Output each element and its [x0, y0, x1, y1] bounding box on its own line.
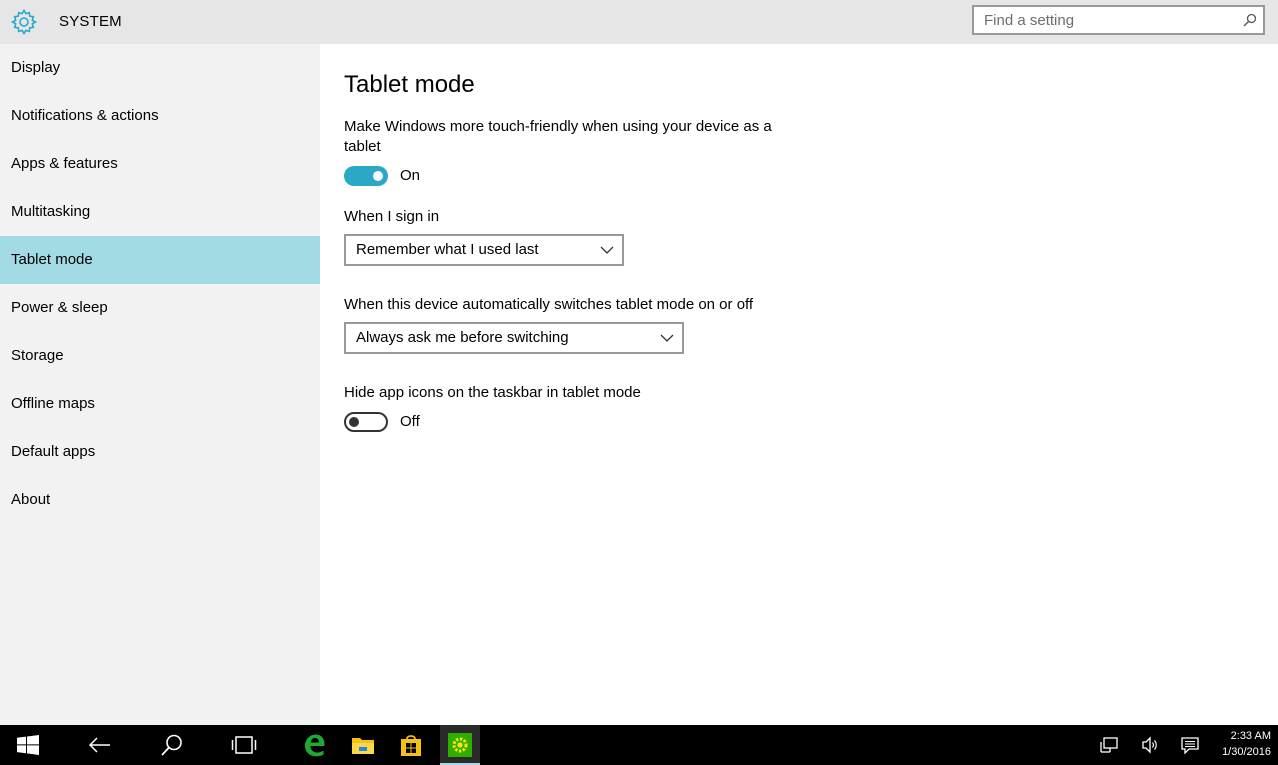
clock[interactable]: 2:33 AM 1/30/2016 [1222, 728, 1271, 760]
touch-friendly-toggle[interactable] [344, 166, 388, 186]
network-icon[interactable] [1100, 736, 1118, 754]
sidebar-item-storage[interactable]: Storage [0, 332, 320, 380]
start-button[interactable] [8, 725, 48, 765]
search-taskbar-button[interactable] [152, 725, 192, 765]
sidebar: Display Notifications & actions Apps & f… [0, 44, 320, 725]
file-explorer-button[interactable] [343, 725, 383, 765]
sidebar-item-default-apps[interactable]: Default apps [0, 428, 320, 476]
sidebar-item-apps-features[interactable]: Apps & features [0, 140, 320, 188]
page-title: Tablet mode [344, 71, 475, 98]
auto-switch-dropdown[interactable]: Always ask me before switching [344, 322, 684, 354]
sidebar-item-offline-maps[interactable]: Offline maps [0, 380, 320, 428]
sidebar-item-tablet-mode[interactable]: Tablet mode [0, 236, 320, 284]
task-view-icon [231, 736, 257, 754]
hide-icons-state: Off [400, 413, 420, 430]
folder-icon [352, 738, 374, 754]
sign-in-value: Remember what I used last [356, 241, 539, 258]
settings-taskbar-button[interactable] [440, 725, 480, 765]
sidebar-item-multitasking[interactable]: Multitasking [0, 188, 320, 236]
search-icon[interactable] [1243, 13, 1257, 27]
store-icon [401, 735, 421, 756]
sign-in-dropdown[interactable]: Remember what I used last [344, 234, 624, 266]
touch-friendly-label: Make Windows more touch-friendly when us… [344, 118, 772, 155]
hide-icons-label: Hide app icons on the taskbar in tablet … [344, 384, 641, 401]
search-icon [161, 734, 182, 756]
app-title: SYSTEM [59, 13, 122, 30]
taskbar: 2:33 AM 1/30/2016 [0, 725, 1278, 765]
clock-time: 2:33 AM [1230, 730, 1271, 742]
sidebar-item-power-sleep[interactable]: Power & sleep [0, 284, 320, 332]
main-content: Tablet mode Make Windows more touch-frie… [320, 44, 1278, 725]
sidebar-item-notifications[interactable]: Notifications & actions [0, 92, 320, 140]
search-box[interactable] [972, 5, 1265, 35]
gear-icon [10, 8, 38, 36]
sidebar-item-display[interactable]: Display [0, 44, 320, 92]
edge-icon [305, 734, 325, 757]
toggle-knob [373, 171, 383, 181]
sidebar-item-about[interactable]: About [0, 476, 320, 524]
touch-friendly-state: On [400, 167, 421, 184]
edge-button[interactable] [294, 725, 334, 765]
sign-in-label: When I sign in [344, 208, 440, 225]
windows-logo-icon [17, 735, 39, 755]
store-button[interactable] [391, 725, 431, 765]
toggle-knob [349, 417, 359, 427]
auto-switch-label: When this device automatically switches … [344, 296, 754, 313]
title-bar: SYSTEM [0, 0, 1278, 44]
chevron-down-icon [600, 246, 614, 254]
task-view-button[interactable] [224, 725, 264, 765]
action-center-icon[interactable] [1181, 736, 1199, 754]
volume-icon[interactable] [1141, 736, 1159, 754]
auto-switch-value: Always ask me before switching [356, 329, 569, 346]
chevron-down-icon [660, 334, 674, 342]
back-button[interactable] [80, 725, 120, 765]
search-input[interactable] [974, 7, 1234, 33]
hide-icons-toggle[interactable] [344, 412, 388, 432]
back-arrow-icon [89, 737, 110, 753]
settings-app-icon [448, 733, 472, 757]
clock-date: 1/30/2016 [1222, 746, 1271, 758]
